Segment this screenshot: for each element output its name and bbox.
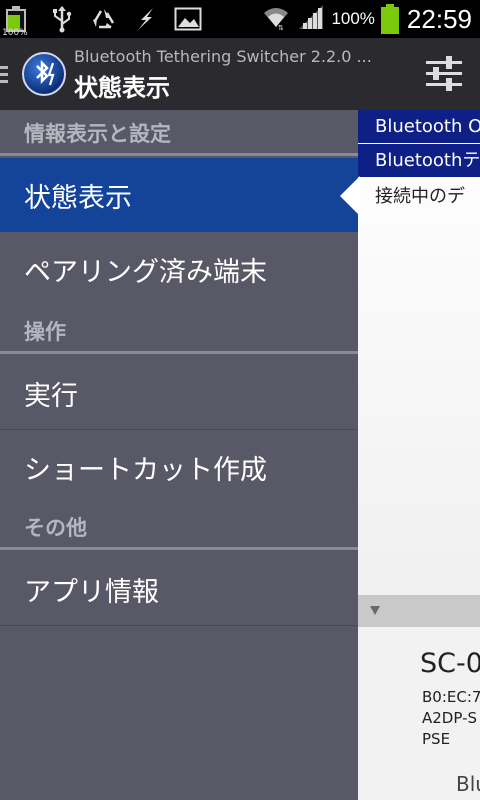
drawer-item-execute[interactable]: 実行	[0, 356, 358, 430]
drawer-item-label: 実行	[24, 381, 78, 412]
bluetooth-app-icon[interactable]	[22, 52, 66, 96]
system-icons: ⇅ 100% 22:59	[261, 0, 472, 38]
small-battery-percent: 100%	[2, 28, 28, 38]
section-divider	[0, 547, 358, 550]
battery-icon	[380, 4, 399, 34]
section-header-label: 操作	[24, 320, 66, 344]
device-profile-pse: PSE	[422, 730, 451, 748]
navigation-drawer: 情報表示と設定 状態表示 ペアリング済み端末 操作 実行 ショートカット作成 そ…	[0, 110, 358, 800]
tethering-status-banner: Bluetoothテ	[358, 144, 480, 177]
action-bar: Bluetooth Tethering Switcher 2.2.0 ... 状…	[0, 38, 480, 110]
notification-icons: 100%	[2, 4, 204, 38]
wifi-icon: ⇅	[261, 3, 291, 35]
drawer-item-paired-devices[interactable]: ペアリング済み端末	[0, 232, 358, 306]
drawer-indicator-icon[interactable]	[0, 66, 8, 84]
flash-icon	[130, 4, 162, 34]
battery-icon: 100%	[2, 4, 36, 38]
drawer-item-label: ショートカット作成	[24, 455, 267, 486]
section-header-label: その他	[24, 516, 87, 540]
image-icon	[172, 4, 204, 34]
drawer-item-label: アプリ情報	[24, 577, 159, 608]
section-header-info-settings: 情報表示と設定	[0, 110, 358, 156]
drawer-item-status[interactable]: 状態表示	[0, 158, 358, 232]
drawer-item-app-info[interactable]: アプリ情報	[0, 552, 358, 626]
device-name: SC-0	[420, 648, 480, 679]
clock: 22:59	[406, 3, 472, 34]
section-divider	[0, 153, 358, 156]
section-divider	[0, 351, 358, 354]
drawer-item-create-shortcut[interactable]: ショートカット作成	[0, 430, 358, 504]
drawer-item-label: ペアリング済み端末	[24, 257, 267, 288]
settings-sliders-icon[interactable]	[422, 52, 466, 96]
collapse-bar[interactable]	[358, 595, 480, 627]
battery-percent: 100%	[331, 9, 375, 28]
usb-icon	[46, 4, 78, 34]
bottom-label: Blu	[456, 772, 480, 796]
signal-icon	[297, 3, 325, 35]
app-subtitle: Bluetooth Tethering Switcher 2.2.0 ...	[74, 47, 372, 66]
chevron-down-icon	[370, 606, 380, 615]
section-header-operations: 操作	[0, 308, 358, 354]
svg-text:⇅: ⇅	[278, 24, 284, 31]
device-address: B0:EC:7	[422, 688, 480, 706]
section-header-label: 情報表示と設定	[24, 122, 171, 146]
drawer-selection-pointer	[340, 176, 360, 216]
bluetooth-status-banner: Bluetooth O	[358, 110, 480, 143]
page-title: 状態表示	[74, 74, 170, 102]
status-bar: 100% ⇅ 100% 22:59	[0, 0, 480, 38]
device-profile: A2DP-S	[422, 709, 478, 727]
recycle-icon	[88, 4, 120, 34]
main-content: Bluetooth O Bluetoothテ 接続中のデ SC-0 B0:EC:…	[358, 110, 480, 800]
drawer-item-label: 状態表示	[24, 183, 132, 214]
connected-devices-label: 接続中のデ	[375, 186, 465, 207]
section-header-other: その他	[0, 504, 358, 550]
item-divider	[0, 625, 358, 626]
